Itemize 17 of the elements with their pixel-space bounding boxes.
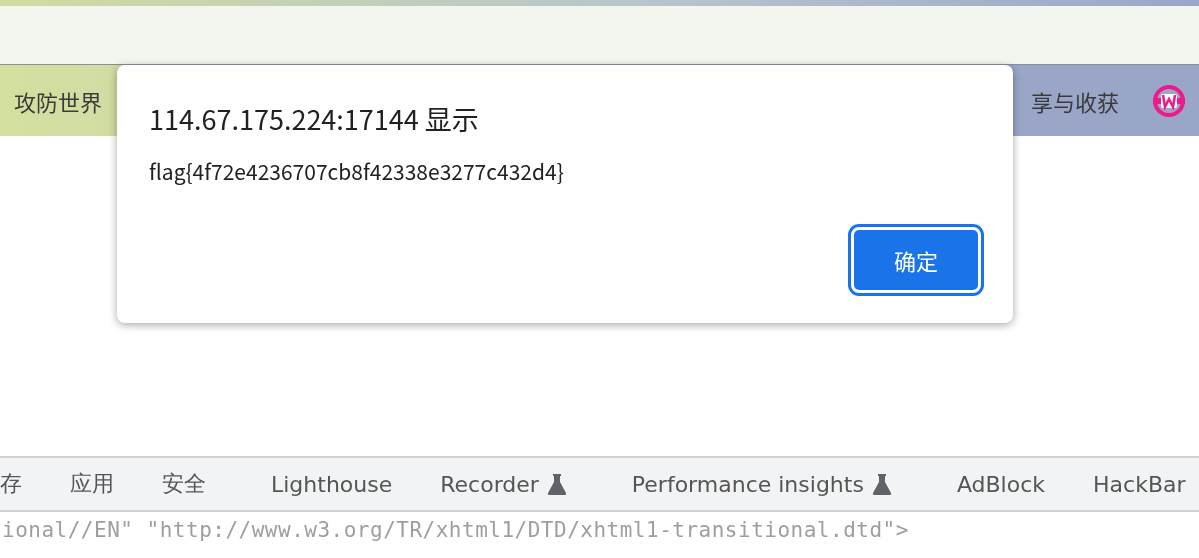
dialog-message: flag{4f72e4236707cb8f42338e3277c432d4} [149,156,565,186]
devtools-tab[interactable]: AdBlock [932,471,1069,497]
site-brand[interactable]: 攻防世界 [14,84,102,117]
flask-icon [546,473,567,495]
ok-button[interactable]: 确定 [851,227,981,293]
devtools-tab[interactable]: 应用 [46,469,138,499]
devtools-tab[interactable]: HackBar [1069,471,1199,497]
source-code-line: ional//EN" "http://www.w3.org/TR/xhtml1/DTD/xhtml1-transitional.dtd"> [1,517,910,544]
devtools-tab[interactable]: Lighthouse [247,471,417,497]
w-logo-icon [1153,84,1185,117]
devtools-tab[interactable]: Performance insights [607,471,916,497]
devtools-tab[interactable]: 安全 [138,469,230,499]
devtools-tab[interactable]: 存 [0,469,46,499]
dialog-title: 114.67.175.224:17144 显示 [149,99,480,138]
devtools-tab[interactable]: Recorder [416,471,591,497]
nav-link[interactable]: 享与收获 [1031,84,1119,117]
flask-icon [871,473,892,495]
